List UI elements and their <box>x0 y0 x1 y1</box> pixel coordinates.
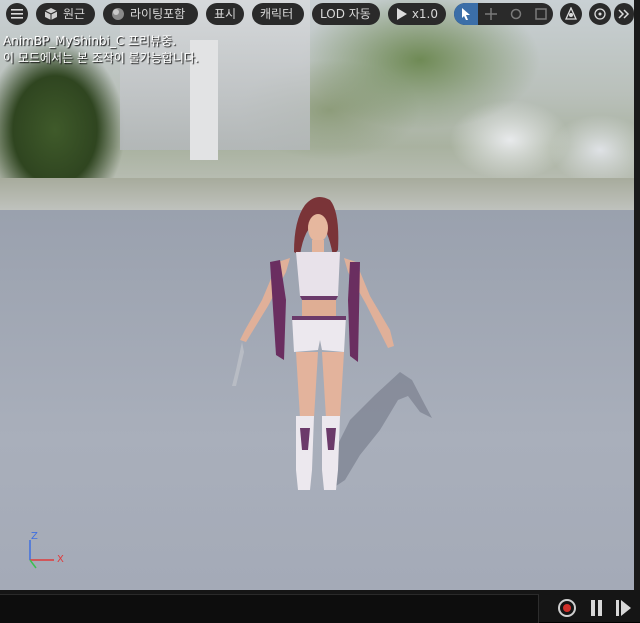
right-edge-panel <box>634 0 640 590</box>
character-button[interactable]: 캐릭터 <box>252 3 304 25</box>
character-right-leg <box>322 352 344 418</box>
show-button[interactable]: 표시 <box>206 3 244 25</box>
perspective-button[interactable]: 원근 <box>36 3 95 25</box>
axis-gizmo <box>29 540 54 569</box>
lighting-sphere-icon <box>112 8 124 20</box>
character-left-boot <box>296 416 314 490</box>
character-head <box>308 214 328 242</box>
character-dagger <box>232 342 244 386</box>
lighting-button[interactable]: 라이팅포함 <box>103 3 198 25</box>
camera-icon <box>564 6 578 20</box>
camera-settings-button[interactable] <box>560 3 582 25</box>
character-shorts <box>292 316 346 352</box>
bone-manipulation-notice: 이 모드에서는 본 조작이 불가능합니다. <box>3 51 199 65</box>
transform-tools <box>454 3 553 25</box>
character-top <box>296 252 340 296</box>
axis-z-label: Z <box>31 531 38 542</box>
move-tool-button[interactable] <box>479 3 503 25</box>
pause-button[interactable] <box>590 600 604 616</box>
play-speed-button[interactable]: x1.0 <box>388 3 446 25</box>
cube-icon <box>44 8 58 20</box>
playback-bar <box>0 590 640 623</box>
step-forward-button[interactable] <box>616 600 632 616</box>
rotate-tool-button[interactable] <box>504 3 528 25</box>
step-forward-icon <box>616 600 631 616</box>
character-left-leg <box>296 352 318 418</box>
preview-status-text: AnimBP_MyShinbi_C 프리뷰중. <box>3 34 177 48</box>
scale-icon <box>535 8 547 20</box>
move-icon <box>485 8 497 20</box>
show-label: 표시 <box>214 7 237 21</box>
hamburger-icon <box>11 9 23 19</box>
play-speed-label: x1.0 <box>411 7 438 21</box>
lod-label: LOD 자동 <box>320 7 371 21</box>
double-chevron-right-icon <box>618 9 630 19</box>
perspective-label: 원근 <box>63 7 86 21</box>
physics-settings-button[interactable] <box>589 3 611 25</box>
character-preview <box>232 196 432 490</box>
timeline-track[interactable] <box>0 594 539 623</box>
select-tool-button[interactable] <box>454 3 478 25</box>
menu-button[interactable] <box>6 3 28 25</box>
viewport[interactable]: AnimBP_MyShinbi_C 프리뷰중. 이 모드에서는 본 조작이 불가… <box>0 0 634 590</box>
viewport-toolbar: 원근 라이팅포함 표시 캐릭터 LOD 자동 x1.0 <box>0 0 640 28</box>
character-label: 캐릭터 <box>260 7 294 21</box>
physics-icon <box>594 8 606 20</box>
record-button[interactable] <box>558 599 576 617</box>
character-shadow <box>330 372 432 490</box>
lighting-label: 라이팅포함 <box>130 7 186 21</box>
rotate-icon <box>510 8 522 20</box>
scale-tool-button[interactable] <box>529 3 553 25</box>
play-icon <box>397 8 407 20</box>
axis-x-label: X <box>57 554 64 565</box>
more-options-button[interactable] <box>614 3 634 25</box>
lod-button[interactable]: LOD 자동 <box>312 3 380 25</box>
select-icon <box>462 8 470 20</box>
